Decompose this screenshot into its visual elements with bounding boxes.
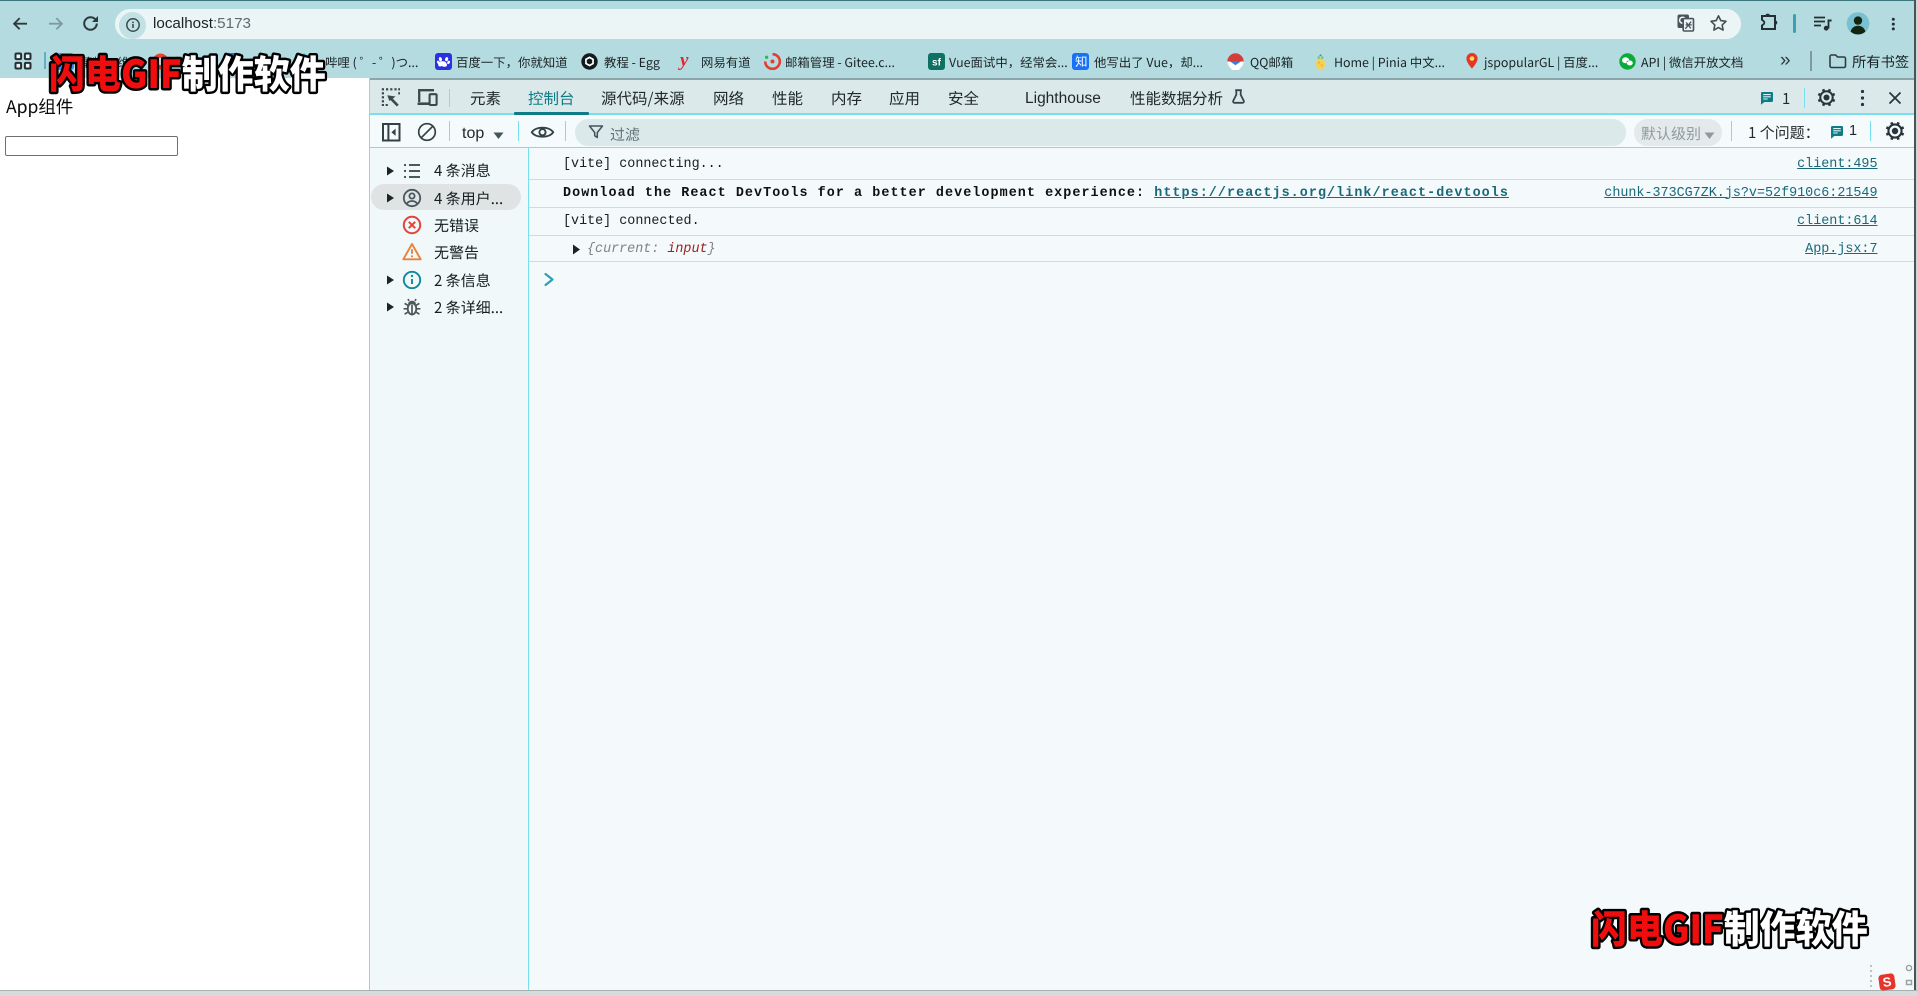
svg-text:sf: sf — [932, 57, 942, 68]
